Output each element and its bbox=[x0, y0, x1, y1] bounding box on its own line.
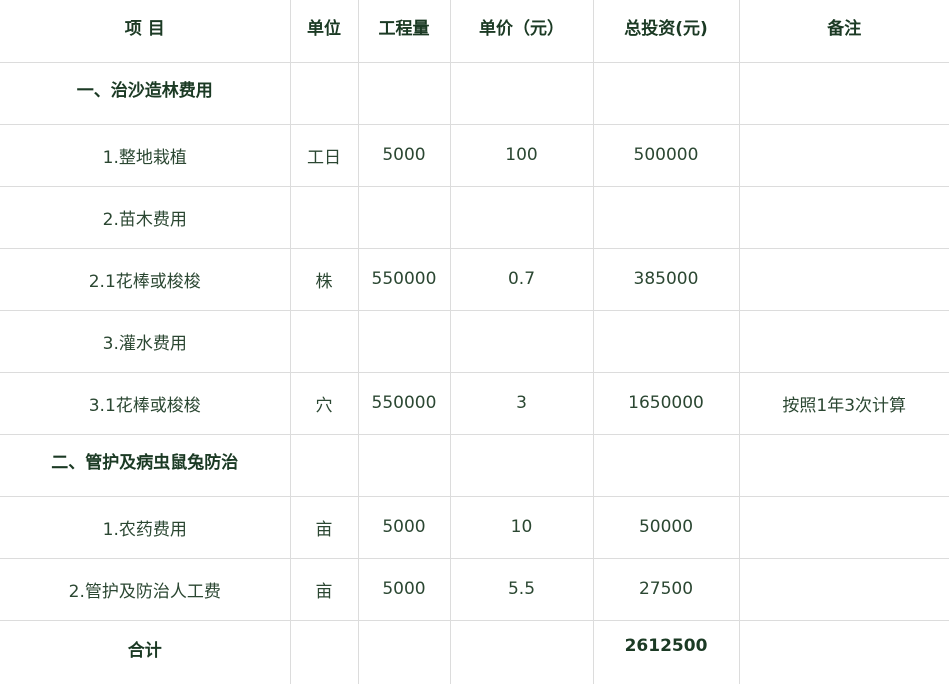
cell-quantity bbox=[357, 433, 451, 497]
table-row: 3.灌水费用 bbox=[0, 309, 949, 373]
cell-quantity bbox=[357, 619, 451, 684]
cell-item: 2.1花棒或梭梭 bbox=[0, 247, 291, 311]
cell-remarks bbox=[738, 495, 949, 559]
cell-unit-price: 0.7 bbox=[449, 247, 594, 311]
cell-total-label: 合计 bbox=[0, 619, 291, 684]
cell-total bbox=[592, 185, 740, 249]
cell-item: 二、管护及病虫鼠兔防治 bbox=[0, 433, 291, 497]
header-quantity: 工程量 bbox=[357, 0, 451, 63]
cell-unit-price: 3 bbox=[449, 371, 594, 435]
cell-quantity bbox=[357, 61, 451, 125]
cell-unit-price bbox=[449, 61, 594, 125]
cell-total: 385000 bbox=[592, 247, 740, 311]
cell-item: 一、治沙造林费用 bbox=[0, 61, 291, 125]
cell-total: 1650000 bbox=[592, 371, 740, 435]
cell-quantity: 5000 bbox=[357, 123, 451, 187]
table-row: 2.苗木费用 bbox=[0, 185, 949, 249]
header-item: 项 目 bbox=[0, 0, 291, 63]
cell-grand-total: 2612500 bbox=[592, 619, 740, 684]
investment-budget-table: 项 目 单位 工程量 单价（元） 总投资(元) 备注 一、治沙造林费用 1.整地… bbox=[0, 0, 949, 684]
cell-unit-price bbox=[449, 185, 594, 249]
total-row: 合计 2612500 bbox=[0, 619, 949, 684]
cell-total: 27500 bbox=[592, 557, 740, 621]
cell-unit: 工日 bbox=[289, 123, 359, 187]
cell-remarks bbox=[738, 185, 949, 249]
cell-unit bbox=[289, 433, 359, 497]
table-row: 2.管护及防治人工费 亩 5000 5.5 27500 bbox=[0, 557, 949, 621]
cell-quantity bbox=[357, 309, 451, 373]
header-row: 项 目 单位 工程量 单价（元） 总投资(元) 备注 bbox=[0, 0, 949, 63]
cell-remarks bbox=[738, 309, 949, 373]
table-row: 3.1花棒或梭梭 穴 550000 3 1650000 按照1年3次计算 bbox=[0, 371, 949, 435]
cell-total bbox=[592, 61, 740, 125]
cell-item: 3.1花棒或梭梭 bbox=[0, 371, 291, 435]
cell-item: 1.农药费用 bbox=[0, 495, 291, 559]
cell-remarks bbox=[738, 557, 949, 621]
cell-item: 2.苗木费用 bbox=[0, 185, 291, 249]
header-unit-price: 单价（元） bbox=[449, 0, 594, 63]
header-remarks: 备注 bbox=[738, 0, 949, 63]
cell-unit bbox=[289, 185, 359, 249]
cell-remarks bbox=[738, 433, 949, 497]
cell-remarks bbox=[738, 61, 949, 125]
table-body: 一、治沙造林费用 1.整地栽植 工日 5000 100 500000 2.苗木费… bbox=[0, 61, 949, 684]
cell-unit: 穴 bbox=[289, 371, 359, 435]
table-header: 项 目 单位 工程量 单价（元） 总投资(元) 备注 bbox=[0, 0, 949, 63]
table-row: 2.1花棒或梭梭 株 550000 0.7 385000 bbox=[0, 247, 949, 311]
cell-quantity: 5000 bbox=[357, 557, 451, 621]
cell-quantity: 550000 bbox=[357, 247, 451, 311]
cell-total: 50000 bbox=[592, 495, 740, 559]
cell-unit-price: 10 bbox=[449, 495, 594, 559]
cell-unit-price: 100 bbox=[449, 123, 594, 187]
cell-unit bbox=[289, 309, 359, 373]
cell-unit: 亩 bbox=[289, 557, 359, 621]
cell-remarks bbox=[738, 619, 949, 684]
cell-unit-price: 5.5 bbox=[449, 557, 594, 621]
table-row: 二、管护及病虫鼠兔防治 bbox=[0, 433, 949, 497]
cell-remarks: 按照1年3次计算 bbox=[738, 371, 949, 435]
header-total-investment: 总投资(元) bbox=[592, 0, 740, 63]
cell-quantity: 550000 bbox=[357, 371, 451, 435]
cell-unit-price bbox=[449, 619, 594, 684]
header-unit: 单位 bbox=[289, 0, 359, 63]
cell-remarks bbox=[738, 123, 949, 187]
cell-item: 2.管护及防治人工费 bbox=[0, 557, 291, 621]
cell-total bbox=[592, 309, 740, 373]
cell-quantity: 5000 bbox=[357, 495, 451, 559]
table-row: 1.整地栽植 工日 5000 100 500000 bbox=[0, 123, 949, 187]
cell-remarks bbox=[738, 247, 949, 311]
cell-item: 1.整地栽植 bbox=[0, 123, 291, 187]
cell-total: 500000 bbox=[592, 123, 740, 187]
cell-total bbox=[592, 433, 740, 497]
cell-unit: 株 bbox=[289, 247, 359, 311]
table-row: 1.农药费用 亩 5000 10 50000 bbox=[0, 495, 949, 559]
cell-unit bbox=[289, 619, 359, 684]
cell-unit-price bbox=[449, 433, 594, 497]
cell-quantity bbox=[357, 185, 451, 249]
table-row: 一、治沙造林费用 bbox=[0, 61, 949, 125]
cell-unit bbox=[289, 61, 359, 125]
cell-item: 3.灌水费用 bbox=[0, 309, 291, 373]
cell-unit-price bbox=[449, 309, 594, 373]
cell-unit: 亩 bbox=[289, 495, 359, 559]
